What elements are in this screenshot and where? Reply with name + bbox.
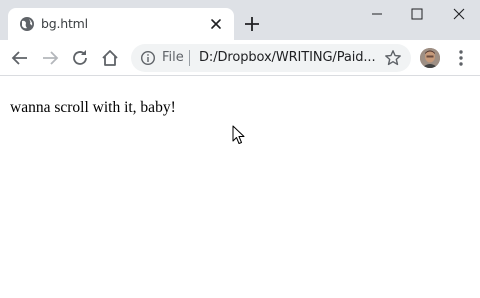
scheme-separator (189, 50, 190, 66)
maximize-icon[interactable] (397, 0, 437, 30)
forward-arrow-icon[interactable] (39, 47, 61, 69)
mouse-cursor-icon (232, 125, 245, 144)
address-bar[interactable]: File D:/Dropbox/WRITING/Paid... (131, 44, 411, 72)
home-icon[interactable] (99, 47, 121, 69)
browser-tab[interactable]: bg.html (8, 8, 234, 40)
new-tab-icon[interactable] (243, 15, 261, 33)
minimize-icon[interactable] (357, 0, 397, 30)
page-viewport: wanna scroll with it, baby! (0, 77, 480, 298)
window-close-icon[interactable] (440, 0, 480, 30)
globe-icon (20, 17, 34, 31)
url-text[interactable]: D:/Dropbox/WRITING/Paid... (199, 50, 376, 65)
tab-title: bg.html (41, 16, 88, 31)
reload-icon[interactable] (69, 47, 91, 69)
info-icon[interactable] (140, 50, 156, 66)
more-menu-icon[interactable] (452, 48, 470, 68)
file-scheme-label: File (162, 50, 184, 65)
close-tab-icon[interactable] (208, 16, 224, 32)
page-text: wanna scroll with it, baby! (10, 99, 176, 116)
bookmark-star-icon[interactable] (384, 49, 402, 67)
title-bar: bg.html (0, 0, 480, 40)
profile-avatar[interactable] (420, 48, 440, 68)
back-arrow-icon[interactable] (9, 47, 31, 69)
browser-toolbar: File D:/Dropbox/WRITING/Paid... (0, 40, 480, 76)
